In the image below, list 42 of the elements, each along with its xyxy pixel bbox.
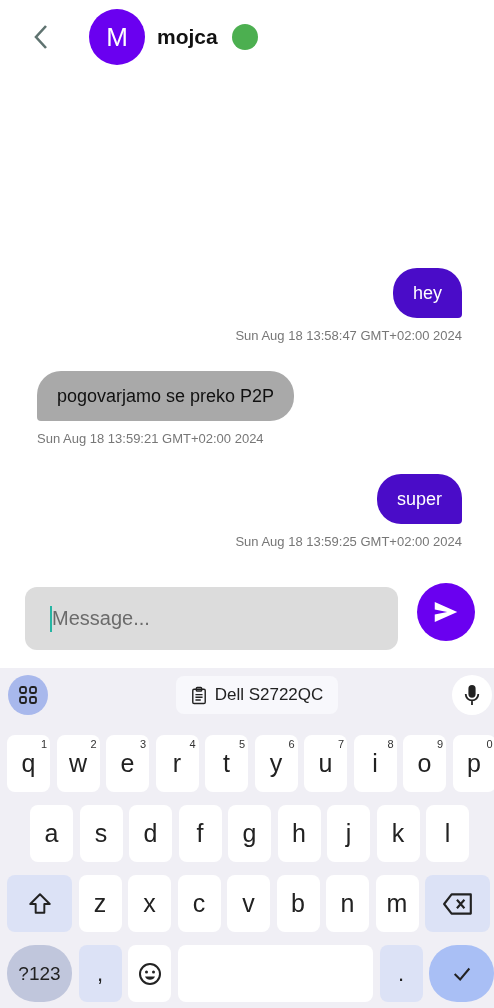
keyboard-key[interactable]: z: [78, 875, 122, 932]
clipboard-suggestion[interactable]: Dell S2722QC: [175, 676, 339, 714]
keyboard-key[interactable]: b: [276, 875, 320, 932]
backspace-key[interactable]: [425, 875, 490, 932]
message-bubble: hey: [392, 268, 462, 318]
message-input-field[interactable]: Message...: [25, 587, 398, 650]
shift-arrow-icon: [26, 890, 53, 917]
symbols-key[interactable]: ?123: [7, 945, 72, 1002]
keyboard-key[interactable]: v: [227, 875, 270, 932]
backspace-icon: [441, 891, 474, 916]
keyboard-key[interactable]: g: [228, 805, 271, 862]
message-bubble: pogovarjamo se preko P2P: [37, 371, 295, 421]
keyboard-key[interactable]: j: [327, 805, 370, 862]
emoji-key[interactable]: [128, 945, 171, 1002]
keyboard-key[interactable]: h: [277, 805, 321, 862]
grid-icon: [18, 685, 38, 705]
clipboard-icon: [190, 685, 207, 705]
keyboard-key[interactable]: c: [177, 875, 221, 932]
apps-grid-button[interactable]: [8, 675, 48, 715]
punctuation-key[interactable]: .: [379, 945, 423, 1002]
keyboard-key[interactable]: m: [375, 875, 419, 932]
message-timestamp: Sun Aug 18 13:59:25 GMT+02:00 2024: [235, 534, 462, 549]
microphone-icon: [463, 684, 481, 706]
keyboard-key[interactable]: n: [326, 875, 369, 932]
message-timestamp: Sun Aug 18 13:59:21 GMT+02:00 2024: [37, 431, 264, 446]
smiley-icon: [137, 961, 162, 986]
punctuation-key[interactable]: ,: [78, 945, 122, 1002]
shift-key[interactable]: [7, 875, 72, 932]
message-timestamp: Sun Aug 18 13:58:47 GMT+02:00 2024: [235, 328, 462, 343]
keyboard-key[interactable]: f: [178, 805, 222, 862]
back-icon[interactable]: [33, 24, 49, 50]
keyboard-key[interactable]: x: [128, 875, 171, 932]
keyboard-key[interactable]: s: [79, 805, 123, 862]
keyboard-key[interactable]: l: [426, 805, 469, 862]
send-button[interactable]: [417, 583, 475, 641]
keyboard-key[interactable]: k: [376, 805, 420, 862]
avatar: M: [89, 9, 145, 65]
message-bubble: super: [376, 474, 462, 524]
microphone-button[interactable]: [452, 675, 492, 715]
keyboard-key[interactable]: d: [129, 805, 172, 862]
contact-name: mojca: [157, 25, 218, 49]
keyboard-key[interactable]: a: [30, 805, 73, 862]
